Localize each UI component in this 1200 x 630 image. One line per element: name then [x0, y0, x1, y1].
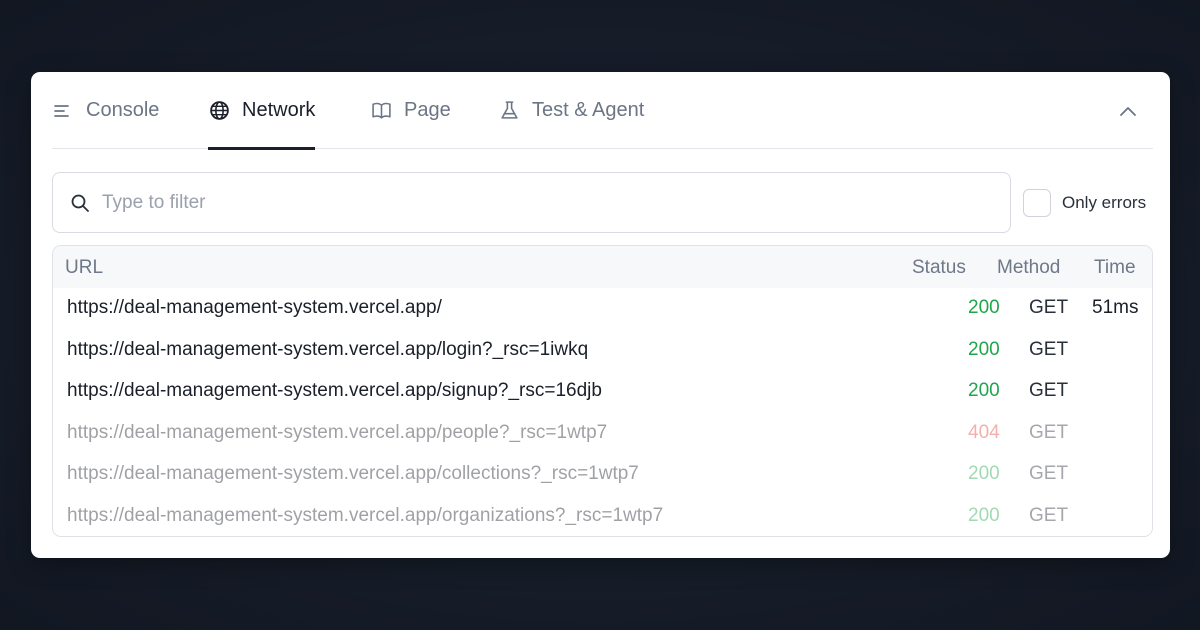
request-url: https://deal-management-system.vercel.ap…	[67, 297, 442, 318]
table-row[interactable]: https://deal-management-system.vercel.ap…	[53, 330, 1152, 372]
tab-console-label: Console	[86, 99, 160, 121]
request-method: GET	[1029, 338, 1069, 360]
request-status: 200	[968, 504, 1000, 526]
tab-console[interactable]: Console	[52, 72, 159, 149]
request-url: https://deal-management-system.vercel.ap…	[67, 380, 602, 401]
request-time: 51ms	[1092, 297, 1139, 318]
search-icon	[71, 194, 89, 212]
devtools-panel: Console Network Page Test & Agent Type t…	[31, 72, 1170, 558]
request-status: 200	[968, 380, 1000, 401]
collapse-button[interactable]	[1115, 99, 1141, 125]
header-url[interactable]: URL	[65, 257, 103, 279]
book-icon	[370, 100, 392, 122]
chevron-up-icon	[1120, 107, 1136, 116]
header-method[interactable]: Method	[997, 257, 1060, 279]
request-status: 200	[968, 297, 1000, 318]
table-header: URL Status Method Time	[53, 246, 1152, 288]
request-method: GET	[1029, 421, 1069, 443]
only-errors-label: Only errors	[1062, 193, 1147, 212]
table-row[interactable]: https://deal-management-system.vercel.ap…	[53, 496, 1152, 537]
request-status: 200	[968, 463, 1000, 484]
request-status: 404	[968, 421, 1000, 443]
tab-test-agent[interactable]: Test & Agent	[498, 72, 644, 149]
tab-bar: Console Network Page Test & Agent	[52, 72, 1153, 150]
network-table: URL Status Method Time https://deal-mana…	[52, 245, 1153, 537]
header-time[interactable]: Time	[1094, 257, 1136, 279]
request-url: https://deal-management-system.vercel.ap…	[67, 504, 664, 526]
tab-network-label: Network	[242, 99, 316, 121]
filter-box[interactable]	[52, 172, 1011, 233]
header-status[interactable]: Status	[912, 257, 966, 279]
table-row[interactable]: https://deal-management-system.vercel.ap…	[53, 371, 1152, 413]
tab-page-label: Page	[404, 99, 451, 121]
lines-icon	[52, 100, 74, 122]
tab-page[interactable]: Page	[370, 72, 451, 149]
only-errors-toggle[interactable]: Only errors	[1023, 189, 1146, 217]
request-url: https://deal-management-system.vercel.ap…	[67, 463, 639, 484]
request-status: 200	[968, 338, 1000, 360]
request-method: GET	[1029, 463, 1069, 484]
request-url: https://deal-management-system.vercel.ap…	[67, 421, 608, 443]
request-method: GET	[1029, 504, 1069, 526]
table-row[interactable]: https://deal-management-system.vercel.ap…	[53, 413, 1152, 455]
globe-icon	[208, 100, 230, 122]
tab-test-agent-label: Test & Agent	[532, 99, 645, 121]
request-url: https://deal-management-system.vercel.ap…	[67, 338, 589, 360]
only-errors-checkbox[interactable]	[1023, 189, 1051, 217]
request-method: GET	[1029, 380, 1069, 401]
filter-input[interactable]	[102, 191, 902, 214]
flask-icon	[498, 100, 520, 122]
tab-network[interactable]: Network	[208, 72, 316, 150]
request-method: GET	[1029, 297, 1069, 318]
table-row[interactable]: https://deal-management-system.vercel.ap…	[53, 454, 1152, 496]
table-row[interactable]: https://deal-management-system.vercel.ap…	[53, 288, 1152, 330]
